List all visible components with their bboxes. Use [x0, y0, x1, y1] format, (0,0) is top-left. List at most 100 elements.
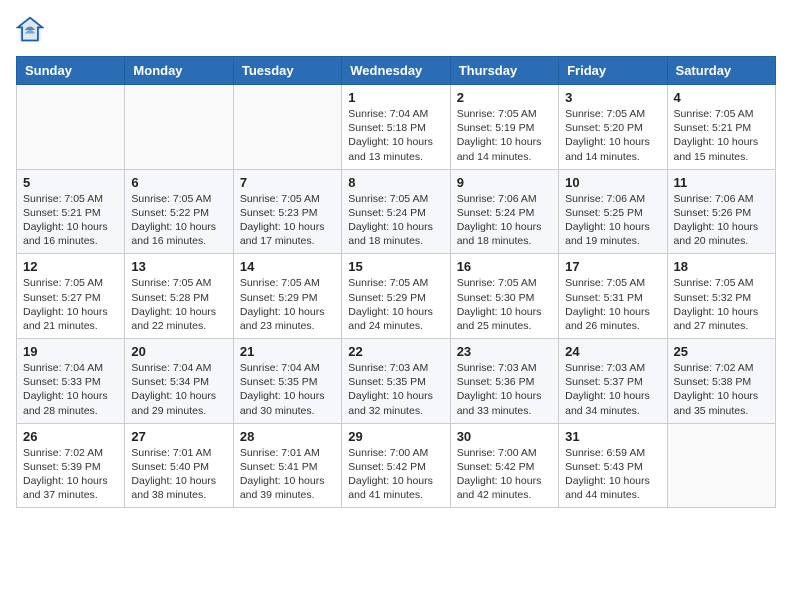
day-number: 12 [23, 259, 118, 274]
day-number: 9 [457, 175, 552, 190]
day-info: Sunrise: 7:00 AMSunset: 5:42 PMDaylight:… [348, 446, 443, 503]
weekday-header-sunday: Sunday [17, 57, 125, 85]
day-number: 20 [131, 344, 226, 359]
day-info: Sunrise: 6:59 AMSunset: 5:43 PMDaylight:… [565, 446, 660, 503]
calendar-cell: 7 Sunrise: 7:05 AMSunset: 5:23 PMDaylight… [233, 169, 341, 254]
weekday-header-monday: Monday [125, 57, 233, 85]
calendar-week-1: 1 Sunrise: 7:04 AMSunset: 5:18 PMDaylight… [17, 85, 776, 170]
day-number: 13 [131, 259, 226, 274]
calendar-cell [667, 423, 775, 508]
page-header [16, 16, 776, 44]
day-number: 15 [348, 259, 443, 274]
day-info: Sunrise: 7:04 AMSunset: 5:34 PMDaylight:… [131, 361, 226, 418]
calendar-cell: 11 Sunrise: 7:06 AMSunset: 5:26 PMDayligh… [667, 169, 775, 254]
logo-icon [16, 16, 44, 44]
calendar-cell: 26 Sunrise: 7:02 AMSunset: 5:39 PMDayligh… [17, 423, 125, 508]
day-info: Sunrise: 7:01 AMSunset: 5:41 PMDaylight:… [240, 446, 335, 503]
day-info: Sunrise: 7:04 AMSunset: 5:35 PMDaylight:… [240, 361, 335, 418]
day-number: 11 [674, 175, 769, 190]
calendar-cell: 23 Sunrise: 7:03 AMSunset: 5:36 PMDayligh… [450, 339, 558, 424]
day-number: 27 [131, 429, 226, 444]
calendar-cell: 20 Sunrise: 7:04 AMSunset: 5:34 PMDayligh… [125, 339, 233, 424]
day-info: Sunrise: 7:05 AMSunset: 5:30 PMDaylight:… [457, 276, 552, 333]
day-number: 26 [23, 429, 118, 444]
day-info: Sunrise: 7:05 AMSunset: 5:23 PMDaylight:… [240, 192, 335, 249]
calendar-cell: 17Sunrise: 7:05 AMSunset: 5:31 PMDayligh… [559, 254, 667, 339]
day-number: 23 [457, 344, 552, 359]
day-number: 28 [240, 429, 335, 444]
calendar-cell: 3Sunrise: 7:05 AMSunset: 5:20 PMDaylight… [559, 85, 667, 170]
day-info: Sunrise: 7:06 AMSunset: 5:24 PMDaylight:… [457, 192, 552, 249]
calendar-cell: 21 Sunrise: 7:04 AMSunset: 5:35 PMDayligh… [233, 339, 341, 424]
day-number: 3 [565, 90, 660, 105]
calendar-cell: 2Sunrise: 7:05 AMSunset: 5:19 PMDaylight… [450, 85, 558, 170]
day-info: Sunrise: 7:03 AMSunset: 5:35 PMDaylight:… [348, 361, 443, 418]
day-info: Sunrise: 7:05 AMSunset: 5:29 PMDaylight:… [348, 276, 443, 333]
day-info: Sunrise: 7:05 AMSunset: 5:28 PMDaylight:… [131, 276, 226, 333]
calendar-week-4: 19 Sunrise: 7:04 AMSunset: 5:33 PMDayligh… [17, 339, 776, 424]
day-info: Sunrise: 7:05 AMSunset: 5:32 PMDaylight:… [674, 276, 769, 333]
day-number: 18 [674, 259, 769, 274]
day-info: Sunrise: 7:04 AMSunset: 5:18 PMDaylight:… [348, 107, 443, 164]
calendar-cell: 30 Sunrise: 7:00 AMSunset: 5:42 PMDayligh… [450, 423, 558, 508]
day-info: Sunrise: 7:06 AMSunset: 5:26 PMDaylight:… [674, 192, 769, 249]
day-info: Sunrise: 7:06 AMSunset: 5:25 PMDaylight:… [565, 192, 660, 249]
day-info: Sunrise: 7:04 AMSunset: 5:33 PMDaylight:… [23, 361, 118, 418]
calendar-cell: 4Sunrise: 7:05 AMSunset: 5:21 PMDaylight… [667, 85, 775, 170]
day-number: 8 [348, 175, 443, 190]
calendar-cell: 14 Sunrise: 7:05 AMSunset: 5:29 PMDayligh… [233, 254, 341, 339]
calendar-week-5: 26 Sunrise: 7:02 AMSunset: 5:39 PMDayligh… [17, 423, 776, 508]
calendar-cell: 16 Sunrise: 7:05 AMSunset: 5:30 PMDayligh… [450, 254, 558, 339]
weekday-header-thursday: Thursday [450, 57, 558, 85]
day-number: 25 [674, 344, 769, 359]
day-number: 24 [565, 344, 660, 359]
day-number: 4 [674, 90, 769, 105]
day-number: 29 [348, 429, 443, 444]
day-number: 21 [240, 344, 335, 359]
day-info: Sunrise: 7:01 AMSunset: 5:40 PMDaylight:… [131, 446, 226, 503]
calendar-cell: 25 Sunrise: 7:02 AMSunset: 5:38 PMDayligh… [667, 339, 775, 424]
day-info: Sunrise: 7:03 AMSunset: 5:36 PMDaylight:… [457, 361, 552, 418]
calendar-cell: 19 Sunrise: 7:04 AMSunset: 5:33 PMDayligh… [17, 339, 125, 424]
day-number: 14 [240, 259, 335, 274]
calendar-cell: 18 Sunrise: 7:05 AMSunset: 5:32 PMDayligh… [667, 254, 775, 339]
day-number: 7 [240, 175, 335, 190]
day-info: Sunrise: 7:02 AMSunset: 5:38 PMDaylight:… [674, 361, 769, 418]
day-number: 22 [348, 344, 443, 359]
calendar-cell: 12 Sunrise: 7:05 AMSunset: 5:27 PMDayligh… [17, 254, 125, 339]
day-number: 16 [457, 259, 552, 274]
calendar-cell: 9 Sunrise: 7:06 AMSunset: 5:24 PMDaylight… [450, 169, 558, 254]
weekday-header-saturday: Saturday [667, 57, 775, 85]
day-number: 2 [457, 90, 552, 105]
calendar-week-2: 5Sunrise: 7:05 AMSunset: 5:21 PMDaylight… [17, 169, 776, 254]
calendar-cell: 27 Sunrise: 7:01 AMSunset: 5:40 PMDayligh… [125, 423, 233, 508]
day-info: Sunrise: 7:05 AMSunset: 5:27 PMDaylight:… [23, 276, 118, 333]
calendar-cell: 31 Sunrise: 6:59 AMSunset: 5:43 PMDayligh… [559, 423, 667, 508]
day-info: Sunrise: 7:05 AMSunset: 5:24 PMDaylight:… [348, 192, 443, 249]
day-number: 10 [565, 175, 660, 190]
day-info: Sunrise: 7:05 AMSunset: 5:29 PMDaylight:… [240, 276, 335, 333]
calendar-cell: 29 Sunrise: 7:00 AMSunset: 5:42 PMDayligh… [342, 423, 450, 508]
day-number: 30 [457, 429, 552, 444]
calendar-cell: 10 Sunrise: 7:06 AMSunset: 5:25 PMDayligh… [559, 169, 667, 254]
weekday-header-friday: Friday [559, 57, 667, 85]
day-number: 6 [131, 175, 226, 190]
day-number: 1 [348, 90, 443, 105]
day-info: Sunrise: 7:02 AMSunset: 5:39 PMDaylight:… [23, 446, 118, 503]
day-number: 19 [23, 344, 118, 359]
calendar-cell: 22 Sunrise: 7:03 AMSunset: 5:35 PMDayligh… [342, 339, 450, 424]
calendar-cell [233, 85, 341, 170]
calendar-cell [17, 85, 125, 170]
day-number: 31 [565, 429, 660, 444]
calendar-cell [125, 85, 233, 170]
weekday-header-row: SundayMondayTuesdayWednesdayThursdayFrid… [17, 57, 776, 85]
calendar-cell: 6Sunrise: 7:05 AMSunset: 5:22 PMDaylight… [125, 169, 233, 254]
day-info: Sunrise: 7:05 AMSunset: 5:31 PMDaylight:… [565, 276, 660, 333]
day-info: Sunrise: 7:03 AMSunset: 5:37 PMDaylight:… [565, 361, 660, 418]
day-info: Sunrise: 7:00 AMSunset: 5:42 PMDaylight:… [457, 446, 552, 503]
calendar-table: SundayMondayTuesdayWednesdayThursdayFrid… [16, 56, 776, 508]
calendar-cell: 5Sunrise: 7:05 AMSunset: 5:21 PMDaylight… [17, 169, 125, 254]
calendar-cell: 15 Sunrise: 7:05 AMSunset: 5:29 PMDayligh… [342, 254, 450, 339]
calendar-cell: 24 Sunrise: 7:03 AMSunset: 5:37 PMDayligh… [559, 339, 667, 424]
weekday-header-tuesday: Tuesday [233, 57, 341, 85]
